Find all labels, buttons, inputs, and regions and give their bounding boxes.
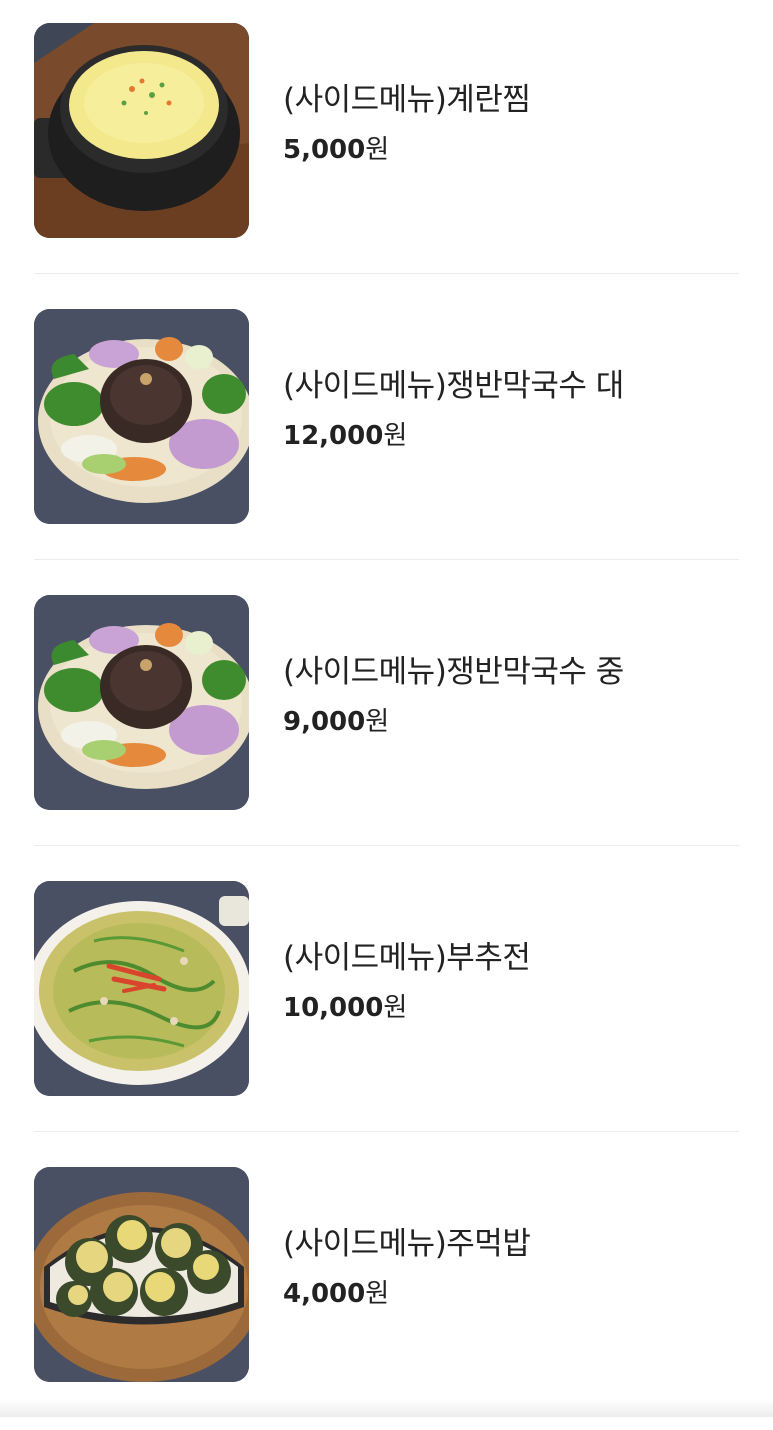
menu-item-chive-pancake[interactable]: (사이드메뉴)부추전 10,000원 xyxy=(34,858,739,1144)
menu-item-name: (사이드메뉴)주먹밥 xyxy=(283,1226,531,1262)
divider xyxy=(34,273,739,274)
divider xyxy=(34,559,739,560)
divider xyxy=(34,845,739,846)
tray-buckwheat-noodles-image xyxy=(34,595,249,810)
menu-item-name: (사이드메뉴)계란찜 xyxy=(283,82,531,118)
menu-item-price: 12,000원 xyxy=(283,420,624,452)
menu-item-price: 9,000원 xyxy=(283,706,624,738)
menu-item-info: (사이드메뉴)부추전 10,000원 xyxy=(283,938,531,1024)
menu-item-name: (사이드메뉴)쟁반막국수 중 xyxy=(283,654,624,690)
price-currency: 원 xyxy=(365,707,390,737)
menu-item-tray-noodles-medium[interactable]: (사이드메뉴)쟁반막국수 중 9,000원 xyxy=(34,572,739,858)
bottom-shade xyxy=(0,1399,773,1417)
chive-pancake-image xyxy=(34,881,249,1096)
price-amount: 10,000 xyxy=(283,993,384,1023)
price-currency: 원 xyxy=(365,1279,390,1309)
steamed-egg-image xyxy=(34,23,249,238)
menu-item-price: 5,000원 xyxy=(283,134,530,166)
menu-item-name: (사이드메뉴)쟁반막국수 대 xyxy=(283,368,624,404)
menu-item-steamed-egg[interactable]: (사이드메뉴)계란찜 5,000원 xyxy=(34,0,739,286)
menu-item-price: 10,000원 xyxy=(283,992,530,1024)
tray-buckwheat-noodles-image xyxy=(34,309,249,524)
divider xyxy=(34,1131,739,1132)
price-amount: 12,000 xyxy=(283,421,384,451)
price-amount: 4,000 xyxy=(283,1279,366,1309)
price-currency: 원 xyxy=(383,421,408,451)
price-currency: 원 xyxy=(365,135,390,165)
price-amount: 5,000 xyxy=(283,135,366,165)
menu-item-info: (사이드메뉴)쟁반막국수 대 12,000원 xyxy=(283,366,624,452)
menu-item-name: (사이드메뉴)부추전 xyxy=(283,940,531,976)
rice-ball-image xyxy=(34,1167,249,1382)
price-amount: 9,000 xyxy=(283,707,366,737)
menu-item-info: (사이드메뉴)쟁반막국수 중 9,000원 xyxy=(283,652,624,738)
menu-item-price: 4,000원 xyxy=(283,1278,530,1310)
menu-item-tray-noodles-large[interactable]: (사이드메뉴)쟁반막국수 대 12,000원 xyxy=(34,286,739,572)
menu-item-rice-ball[interactable]: (사이드메뉴)주먹밥 4,000원 xyxy=(34,1144,739,1430)
menu-item-info: (사이드메뉴)주먹밥 4,000원 xyxy=(283,1224,531,1310)
price-currency: 원 xyxy=(383,993,408,1023)
menu-item-info: (사이드메뉴)계란찜 5,000원 xyxy=(283,80,531,166)
